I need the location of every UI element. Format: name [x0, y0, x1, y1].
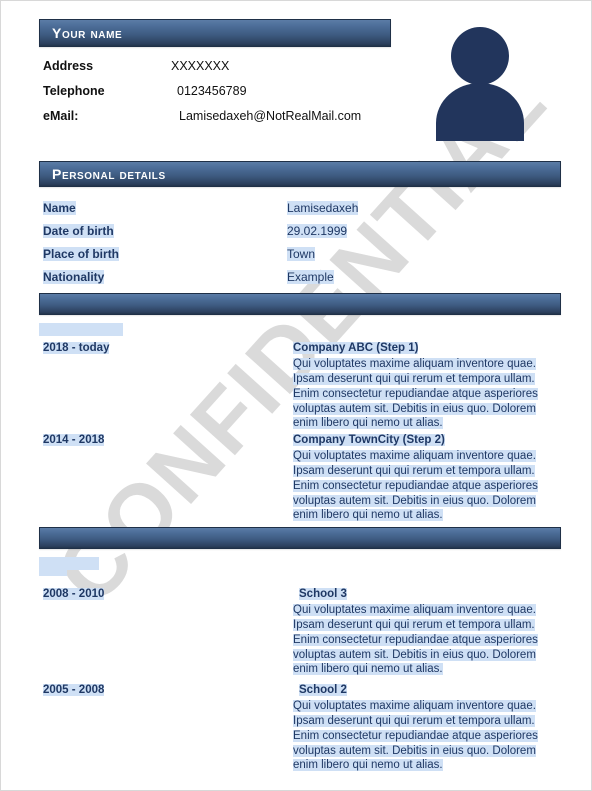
education-entry-description: Qui voluptates maxime aliquam inventore …: [293, 603, 553, 678]
education-entry: 2008 - 2010 School 3 Qui voluptates maxi…: [39, 587, 561, 677]
education-entry-title: School 2: [293, 683, 553, 698]
contact-value-telephone: 0123456789: [177, 84, 247, 98]
education-header-bar: [39, 527, 561, 549]
pd-value-nationality-text: Example: [287, 270, 334, 284]
pd-value-date-of-birth: 29.02.1999: [287, 224, 348, 238]
education-blank-selection-secondary: [39, 563, 67, 576]
pd-value-name: Lamisedaxeh: [287, 201, 359, 215]
personal-details-block: Name Lamisedaxeh Date of birth 29.02.199…: [43, 201, 543, 293]
work-entry-description: Qui voluptates maxime aliquam inventore …: [293, 357, 553, 432]
work-entry-date: 2014 - 2018: [39, 433, 283, 523]
cv-document-page: CONFIDENTIAL Your name Address XXXXXXX T…: [0, 0, 592, 791]
work-entry-title: Company TownCity (Step 2): [293, 433, 553, 448]
contact-label-address: Address: [43, 59, 94, 73]
work-entry-body: Company ABC (Step 1) Qui voluptates maxi…: [283, 341, 553, 431]
work-entry-description-text: Qui voluptates maxime aliquam inventore …: [293, 357, 538, 430]
education-entry-title: School 3: [293, 587, 553, 602]
pd-label-date-of-birth: Date of birth: [43, 224, 287, 238]
personal-details-row: Date of birth 29.02.1999: [43, 224, 543, 247]
personal-details-row: Name Lamisedaxeh: [43, 201, 543, 224]
pd-label-nationality-text: Nationality: [43, 270, 105, 284]
work-entry-title-text: Company ABC (Step 1): [293, 342, 419, 354]
contact-label-telephone: Telephone: [43, 84, 105, 98]
name-header-title: Your name: [52, 25, 123, 41]
contact-value-email: Lamisedaxeh@NotRealMail.com: [179, 109, 362, 123]
work-experience-header-bar: [39, 293, 561, 315]
contact-row: eMail: Lamisedaxeh@NotRealMail.com: [43, 109, 383, 134]
pd-value-dob-text: 29.02.1999: [287, 224, 348, 238]
person-icon: [436, 27, 524, 141]
avatar: [425, 23, 535, 141]
education-entry-body: School 2 Qui voluptates maxime aliquam i…: [283, 683, 553, 773]
pd-value-nationality: Example: [287, 270, 334, 284]
work-experience-blank-selection: [39, 323, 123, 336]
education-entry-date-text: 2008 - 2010: [43, 588, 105, 600]
education-entry: 2005 - 2008 School 2 Qui voluptates maxi…: [39, 683, 561, 773]
education-entry-title-text: School 3: [299, 588, 347, 600]
pd-label-name-text: Name: [43, 201, 76, 215]
education-entry-date: 2005 - 2008: [39, 683, 283, 773]
work-entry-date-text: 2018 - today: [43, 342, 110, 354]
personal-details-row: Place of birth Town: [43, 247, 543, 270]
contact-row: Telephone 0123456789: [43, 84, 383, 109]
education-entry-description-text: Qui voluptates maxime aliquam inventore …: [293, 603, 538, 676]
personal-details-header-title: Personal details: [52, 166, 166, 182]
contact-info-block: Address XXXXXXX Telephone 0123456789 eMa…: [43, 59, 383, 134]
work-entry-title: Company ABC (Step 1): [293, 341, 553, 356]
education-entry-description-text: Qui voluptates maxime aliquam inventore …: [293, 699, 538, 772]
pd-value-name-text: Lamisedaxeh: [287, 201, 359, 215]
pd-value-place-of-birth: Town: [287, 247, 316, 261]
personal-details-row: Nationality Example: [43, 270, 543, 293]
pd-label-name: Name: [43, 201, 287, 215]
contact-row: Address XXXXXXX: [43, 59, 383, 84]
personal-details-header-bar: Personal details: [39, 161, 561, 187]
work-entry-date: 2018 - today: [39, 341, 283, 431]
work-entry-title-text: Company TownCity (Step 2): [293, 434, 445, 446]
work-entry-description-text: Qui voluptates maxime aliquam inventore …: [293, 449, 538, 522]
education-entry-description: Qui voluptates maxime aliquam inventore …: [293, 699, 553, 774]
education-entry-body: School 3 Qui voluptates maxime aliquam i…: [283, 587, 553, 677]
pd-label-dob-text: Date of birth: [43, 224, 114, 238]
education-entry-date: 2008 - 2010: [39, 587, 283, 677]
pd-value-pob-text: Town: [287, 247, 316, 261]
contact-label-email: eMail:: [43, 109, 79, 123]
work-entry: 2018 - today Company ABC (Step 1) Qui vo…: [39, 341, 561, 431]
pd-label-nationality: Nationality: [43, 270, 287, 284]
name-header-bar: Your name: [39, 19, 391, 47]
work-entry-body: Company TownCity (Step 2) Qui voluptates…: [283, 433, 553, 523]
pd-label-place-of-birth: Place of birth: [43, 247, 287, 261]
pd-label-pob-text: Place of birth: [43, 247, 120, 261]
contact-value-address: XXXXXXX: [171, 59, 230, 73]
work-entry-description: Qui voluptates maxime aliquam inventore …: [293, 449, 553, 524]
education-entry-title-text: School 2: [299, 684, 347, 696]
work-entry-date-text: 2014 - 2018: [43, 434, 105, 446]
education-entry-date-text: 2005 - 2008: [43, 684, 105, 696]
work-entry: 2014 - 2018 Company TownCity (Step 2) Qu…: [39, 433, 561, 523]
